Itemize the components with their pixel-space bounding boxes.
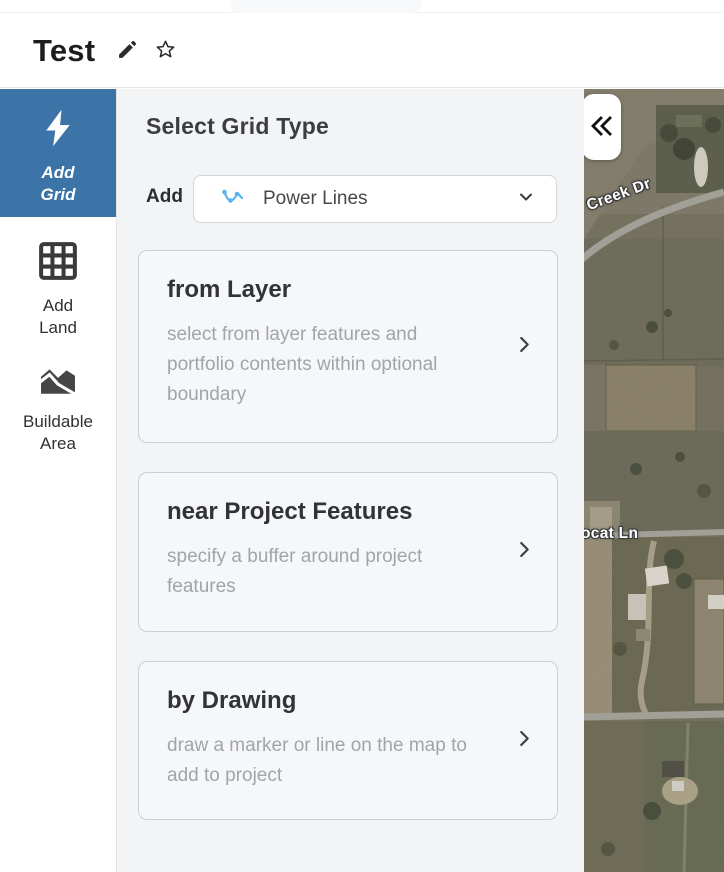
lightning-bolt-icon: [39, 107, 77, 154]
add-label: Add: [146, 186, 183, 208]
main-content: Add Grid Add Land: [0, 89, 724, 872]
pencil-icon: [116, 38, 139, 64]
card-from-layer[interactable]: from Layer select from layer features an…: [138, 250, 558, 443]
sidebar-item-label: Add Land: [28, 295, 88, 339]
edit-title-button[interactable]: [116, 38, 139, 64]
buildable-area-icon: [36, 364, 80, 403]
browser-tab-sliver: [230, 0, 422, 13]
tool-sidebar: Add Grid Add Land: [0, 89, 116, 872]
grid-type-selected-value: Power Lines: [263, 188, 516, 210]
polyline-icon: [221, 187, 245, 211]
sidebar-item-add-land[interactable]: Add Land: [0, 238, 116, 339]
card-near-project-features[interactable]: near Project Features specify a buffer a…: [138, 472, 558, 632]
card-description: specify a buffer around project features: [167, 542, 469, 602]
panel-heading: Select Grid Type: [146, 113, 329, 140]
sidebar-item-label: Add Grid: [28, 162, 88, 206]
card-by-drawing[interactable]: by Drawing draw a marker or line on the …: [138, 661, 558, 820]
chevron-right-icon: [513, 539, 535, 566]
card-description: draw a marker or line on the map to add …: [167, 731, 469, 791]
project-header: Test: [0, 14, 724, 88]
grid-type-dropdown[interactable]: Power Lines: [193, 175, 557, 223]
sidebar-item-buildable-area[interactable]: Buildable Area: [0, 364, 116, 455]
card-title: by Drawing: [167, 687, 497, 715]
app-window: Test: [0, 0, 724, 872]
chevron-right-icon: [513, 333, 535, 360]
street-label-bobcat-ln: ocat Ln: [584, 525, 638, 543]
browser-chrome-strip: [0, 0, 724, 13]
favorite-project-button[interactable]: [154, 38, 177, 64]
double-chevron-left-icon: [589, 114, 615, 141]
satellite-map[interactable]: f Creek Dr ocat Ln: [584, 89, 724, 872]
star-icon: [154, 38, 177, 64]
project-title: Test: [33, 33, 95, 69]
select-grid-type-panel: Select Grid Type Add Power Lines: [116, 89, 584, 872]
card-description: select from layer features and portfolio…: [167, 320, 469, 410]
card-title: from Layer: [167, 276, 497, 304]
card-title: near Project Features: [167, 498, 497, 526]
chevron-down-icon: [516, 187, 536, 212]
chevron-right-icon: [513, 727, 535, 754]
sidebar-item-add-grid[interactable]: Add Grid: [0, 89, 116, 217]
sidebar-item-label: Buildable Area: [16, 411, 100, 455]
grid-icon: [35, 238, 81, 289]
collapse-panel-button[interactable]: [584, 94, 621, 160]
